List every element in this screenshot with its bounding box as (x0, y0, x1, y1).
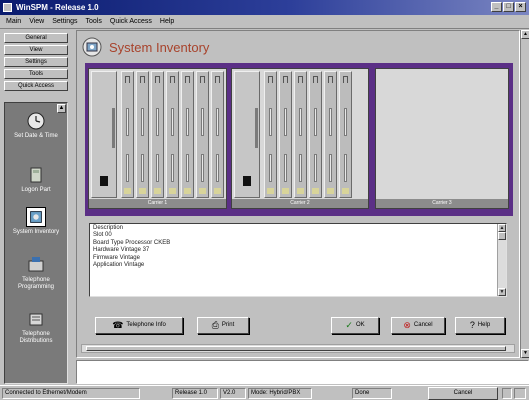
carrier-3[interactable]: Carrier 3 (375, 68, 509, 209)
description-box[interactable]: Description Slot 00 Board Type Processor… (89, 223, 507, 297)
board-slot[interactable] (264, 71, 277, 198)
ok-button[interactable]: ✓ OK (331, 317, 379, 334)
scroll-up-arrow[interactable]: ▲ (498, 224, 506, 232)
board-slot[interactable] (324, 71, 337, 198)
menu-bar: Main View Settings Tools Quick Access He… (0, 15, 529, 29)
sidebar-item-label: Telephone Programming (17, 277, 54, 290)
telephone-programming-icon (28, 257, 44, 272)
board-slot[interactable] (166, 71, 179, 198)
left-navigation: General View Settings Tools Quick Access… (0, 30, 72, 384)
carrier-label: Carrier 3 (376, 199, 508, 208)
nav-view-button[interactable]: View (4, 45, 68, 55)
telephone-info-button[interactable]: ☎ Telephone Info (95, 317, 183, 334)
checkmark-icon: ✓ (345, 320, 353, 330)
description-heading: Description (93, 225, 124, 231)
quick-access-bar: ▲ Set Date & Time Logon Part System Inve… (4, 102, 68, 384)
inventory-icon (26, 207, 46, 227)
description-line: Application Vintage (93, 262, 145, 269)
cabinet-view: Carrier 1 Carrier 2 Carrier 3 (85, 63, 513, 216)
sidebar-item-telephone-programming[interactable]: Telephone Programming (5, 255, 67, 291)
sidebar-item-label: System Inventory (12, 229, 60, 235)
menu-view[interactable]: View (25, 16, 48, 28)
message-pane (76, 360, 529, 384)
power-supply-board[interactable] (234, 71, 260, 198)
panel-heading: System Inventory (81, 36, 209, 58)
board-slot[interactable] (294, 71, 307, 198)
clock-icon (27, 112, 45, 130)
description-line: Board Type Processor CKEB (93, 239, 171, 246)
sidebar-item-label: Logon Part (21, 187, 51, 193)
cancel-icon: ⊗ (403, 320, 411, 330)
board-slot[interactable] (196, 71, 209, 198)
horizontal-scrollbar[interactable] (81, 344, 515, 353)
printer-icon: ⎙ (211, 320, 219, 330)
action-buttons: ☎ Telephone Info ⎙ Print ✓ OK ⊗ Cancel ?… (89, 317, 507, 335)
system-inventory-panel: System Inventory Carrier 1 Carrier 2 Car… (76, 30, 520, 358)
status-connection: Connected to Ethernet/Modem (2, 388, 140, 399)
carrier-1[interactable]: Carrier 1 (88, 68, 227, 209)
status-bar: Connected to Ethernet/Modem Release 1.0 … (0, 385, 529, 400)
sidebar-item-logon-part[interactable]: Logon Part (5, 165, 67, 194)
board-slot[interactable] (339, 71, 352, 198)
cancel-button[interactable]: ⊗ Cancel (391, 317, 445, 334)
processor-board[interactable] (91, 71, 117, 198)
minimize-button[interactable]: _ (491, 2, 502, 12)
status-vintage: V2.0 (220, 388, 246, 399)
status-indicator (514, 388, 526, 399)
maximize-button[interactable]: □ (503, 2, 514, 12)
vertical-scrollbar[interactable]: ▲ ▼ (520, 30, 529, 358)
scroll-down-arrow[interactable]: ▼ (521, 349, 529, 358)
scroll-thumb[interactable] (498, 232, 506, 240)
page-title: System Inventory (109, 39, 210, 55)
menu-quick-access[interactable]: Quick Access (106, 16, 156, 28)
carrier-2[interactable]: Carrier 2 (231, 68, 369, 209)
nav-tools-button[interactable]: Tools (4, 69, 68, 79)
menu-tools[interactable]: Tools (82, 16, 106, 28)
description-line: Hardware Vintage 37 (93, 247, 150, 254)
scroll-down-arrow[interactable]: ▼ (498, 288, 506, 296)
board-slot[interactable] (309, 71, 322, 198)
carrier-label: Carrier 1 (89, 199, 226, 208)
menu-settings[interactable]: Settings (48, 16, 81, 28)
close-button[interactable]: × (515, 2, 526, 12)
board-slot[interactable] (136, 71, 149, 198)
help-icon: ? (469, 320, 475, 330)
window-controls: _ □ × (491, 2, 526, 12)
sidebar-item-telephone-distributions[interactable]: Telephone Distributions (5, 309, 67, 345)
help-button[interactable]: ? Help (455, 317, 505, 334)
menu-help[interactable]: Help (156, 16, 178, 28)
nav-quick-access-button[interactable]: Quick Access (4, 81, 68, 91)
status-mode: Mode: Hybrid/PBX (248, 388, 312, 399)
status-cancel-button[interactable]: Cancel (428, 387, 498, 400)
scroll-up-arrow[interactable]: ▲ (521, 30, 529, 39)
nav-settings-button[interactable]: Settings (4, 57, 68, 67)
app-icon (3, 3, 12, 12)
menu-main[interactable]: Main (2, 16, 25, 28)
sidebar-item-set-date-time[interactable]: Set Date & Time (5, 111, 67, 140)
system-inventory-icon (82, 37, 102, 57)
scroll-thumb[interactable] (86, 346, 506, 351)
nav-general-button[interactable]: General (4, 33, 68, 43)
sidebar-item-label: Set Date & Time (14, 133, 58, 139)
sidebar-item-label: Telephone Distributions (19, 331, 53, 344)
board-slot[interactable] (279, 71, 292, 198)
status-release: Release 1.0 (172, 388, 218, 399)
sidebar-item-system-inventory[interactable]: System Inventory (5, 207, 67, 236)
board-slot[interactable] (151, 71, 164, 198)
description-line: Firmware Vintage (93, 254, 140, 261)
description-line: Slot 00 (93, 232, 112, 239)
status-state: Done (352, 388, 392, 399)
board-slot[interactable] (211, 71, 224, 198)
board-slot[interactable] (121, 71, 134, 198)
print-button[interactable]: ⎙ Print (197, 317, 249, 334)
window-titlebar: WinSPM - Release 1.0 _ □ × (0, 0, 529, 15)
carrier-label: Carrier 2 (232, 199, 368, 208)
telephone-icon (30, 167, 42, 183)
status-indicator (502, 388, 512, 399)
description-scrollbar[interactable]: ▲ ▼ (497, 224, 506, 296)
distribution-icon (29, 313, 43, 326)
telephone-icon: ☎ (112, 320, 124, 330)
window-title: WinSPM - Release 1.0 (16, 3, 99, 12)
board-slot[interactable] (181, 71, 194, 198)
